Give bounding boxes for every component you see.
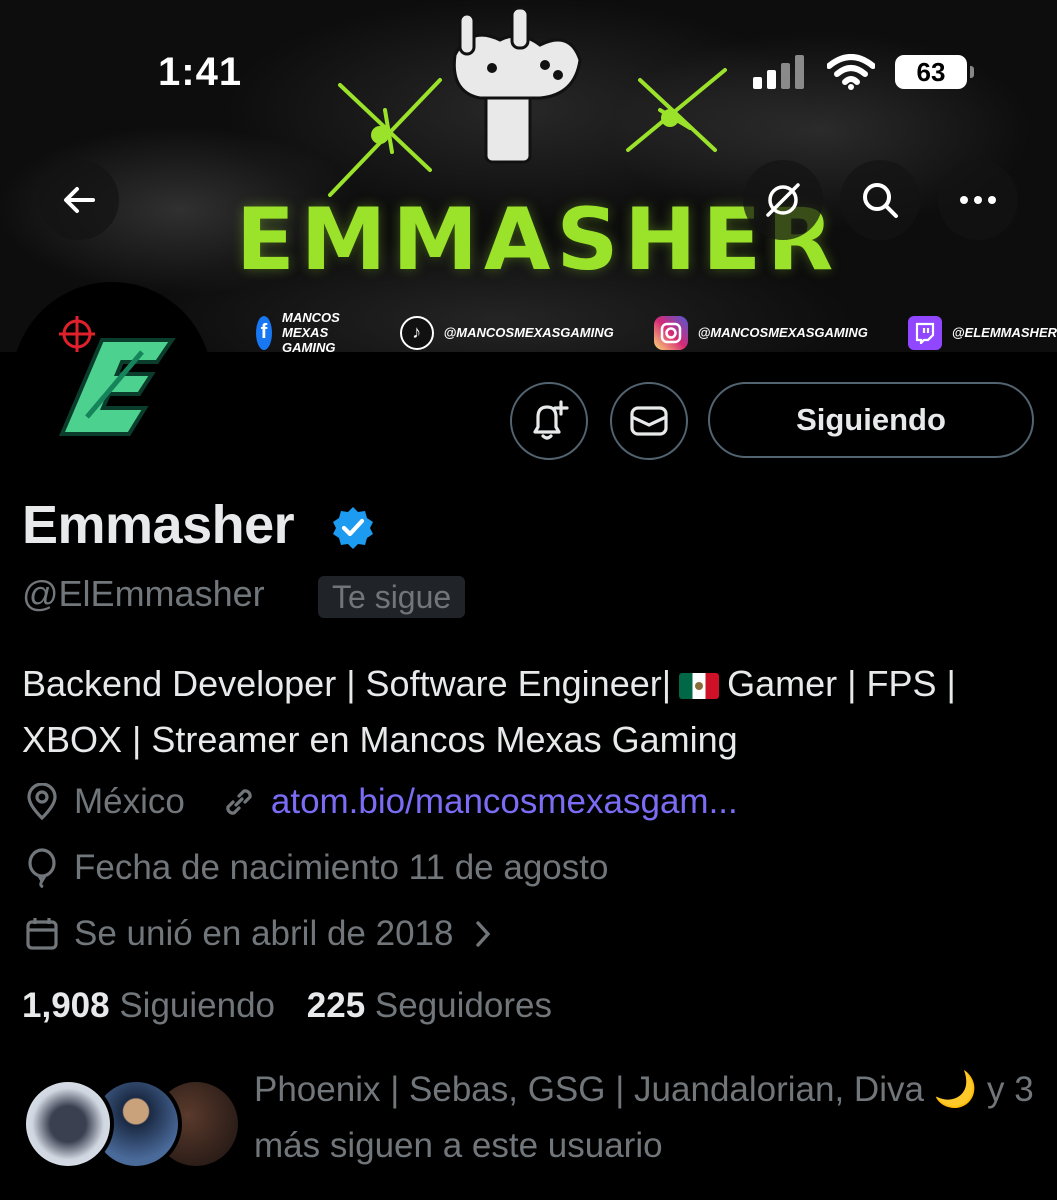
more-options-button[interactable] — [938, 160, 1018, 240]
banner-brand-title: EMMASHER — [236, 190, 840, 290]
banner-social-facebook: f MANCOS MEXAS GAMING — [256, 310, 360, 352]
profile-birthday: Fecha de nacimiento 11 de agosto — [74, 848, 609, 887]
profile-display-name: Emmasher — [22, 495, 295, 555]
grok-icon — [766, 183, 800, 217]
notifications-button[interactable] — [510, 382, 588, 460]
following-label: Siguiendo — [119, 986, 276, 1025]
banner-social-instagram: @MANCOSMEXASGAMING — [653, 315, 868, 350]
following-button[interactable]: Siguiendo — [708, 382, 1034, 458]
back-button[interactable] — [39, 160, 119, 240]
facebook-icon: f — [256, 315, 273, 350]
banner-social-label: @MANCOSMEXASGAMING — [443, 325, 614, 340]
bell-plus-icon — [533, 400, 569, 440]
envelope-icon — [630, 406, 668, 436]
chevron-right-icon — [463, 914, 503, 954]
status-bar-time: 1:41 — [158, 50, 243, 94]
link-icon — [219, 782, 259, 822]
instagram-icon — [653, 315, 688, 350]
following-stat[interactable]: 1,908 Siguiendo — [22, 986, 275, 1025]
profile-avatar[interactable] — [12, 282, 212, 482]
mexico-flag-icon — [679, 673, 720, 699]
battery-indicator: 63 — [895, 55, 974, 89]
profile-meta-birthday: Fecha de nacimiento 11 de agosto — [22, 848, 608, 888]
twitch-icon — [907, 315, 942, 350]
profile-bio: Backend Developer | Software Engineer| Ga… — [22, 656, 1032, 768]
calendar-icon — [22, 914, 62, 954]
location-pin-icon — [22, 782, 62, 822]
verified-badge[interactable] — [330, 505, 376, 556]
message-button[interactable] — [610, 382, 688, 460]
status-bar-indicators: 63 — [753, 54, 974, 90]
mutual-followers-text[interactable]: Phoenix | Sebas, GSG | Juandalorian, Div… — [254, 1062, 1044, 1174]
profile-joined-date: Se unió en abril de 2018 — [74, 914, 454, 953]
profile-handle: @ElEmmasher — [22, 573, 265, 614]
banner-social-links: f MANCOS MEXAS GAMING ♪ @MANCOSMEXASGAMI… — [256, 310, 1057, 352]
balloon-icon — [22, 848, 62, 888]
followers-label: Seguidores — [374, 986, 552, 1025]
wifi-icon — [827, 54, 875, 90]
arrow-left-icon — [64, 187, 95, 213]
profile-meta-location-website: México atom.bio/mancosmexasgam... — [22, 782, 738, 822]
cellular-signal-icon — [753, 55, 804, 89]
banner-social-label: @ELEMMASHER — [951, 325, 1057, 340]
profile-meta-joined[interactable]: Se unió en abril de 2018 — [22, 914, 515, 954]
banner-social-tiktok: ♪ @MANCOSMEXASGAMING — [399, 315, 614, 350]
banner-social-label: @MANCOSMEXASGAMING — [697, 325, 868, 340]
followers-count: 225 — [306, 986, 366, 1025]
followers-stat[interactable]: 225 Seguidores — [307, 986, 552, 1025]
verified-badge-icon — [333, 507, 373, 549]
profile-location: México — [74, 782, 185, 821]
grok-button[interactable] — [743, 160, 823, 240]
profile-stats: 1,908 Siguiendo 225 Seguidores — [22, 986, 552, 1026]
profile-website-link[interactable]: atom.bio/mancosmexasgam... — [271, 782, 738, 822]
tiktok-icon: ♪ — [399, 315, 434, 350]
banner-social-label: MANCOS MEXAS GAMING — [282, 310, 340, 352]
banner-social-twitch: @ELEMMASHER — [907, 315, 1057, 350]
emmasher-logo-avatar — [58, 316, 176, 436]
following-count: 1,908 — [22, 986, 110, 1025]
bio-text-part1: Backend Developer | Software Engineer| — [22, 663, 672, 704]
search-icon — [863, 183, 898, 218]
more-horizontal-icon — [960, 196, 996, 204]
mutual-avatar — [22, 1078, 114, 1170]
follows-you-badge: Te sigue — [318, 576, 466, 618]
search-button[interactable] — [840, 160, 920, 240]
